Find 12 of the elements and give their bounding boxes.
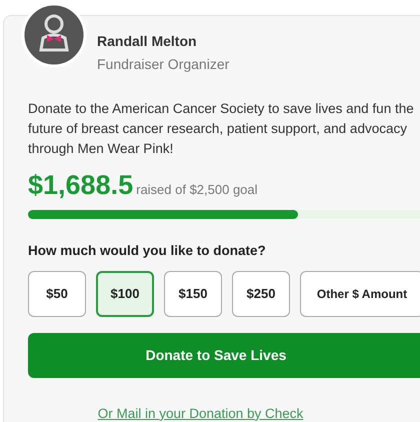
goal-text: raised of $2,500 goal — [136, 181, 258, 199]
organizer-name: Randall Melton — [97, 32, 198, 51]
donate-question: How much would you like to donate? — [28, 242, 267, 260]
donate-button[interactable]: Donate to Save Lives — [28, 332, 420, 378]
amount-button[interactable]: $100 — [96, 270, 154, 317]
amount-button[interactable]: $250 — [232, 270, 290, 317]
raised-amount: $1,688.5 — [28, 169, 134, 202]
amount-button[interactable]: $150 — [164, 270, 222, 317]
description: Donate to the American Cancer Society to save lives and fun the future of breast cancer research, patient support, and advocacy through Men Wear Pink! — [28, 100, 415, 158]
organizer-role: Fundraiser Organizer — [97, 55, 230, 74]
amount-button[interactable]: $50 — [28, 270, 86, 317]
amount-button[interactable]: Other $ Amount — [300, 270, 420, 317]
